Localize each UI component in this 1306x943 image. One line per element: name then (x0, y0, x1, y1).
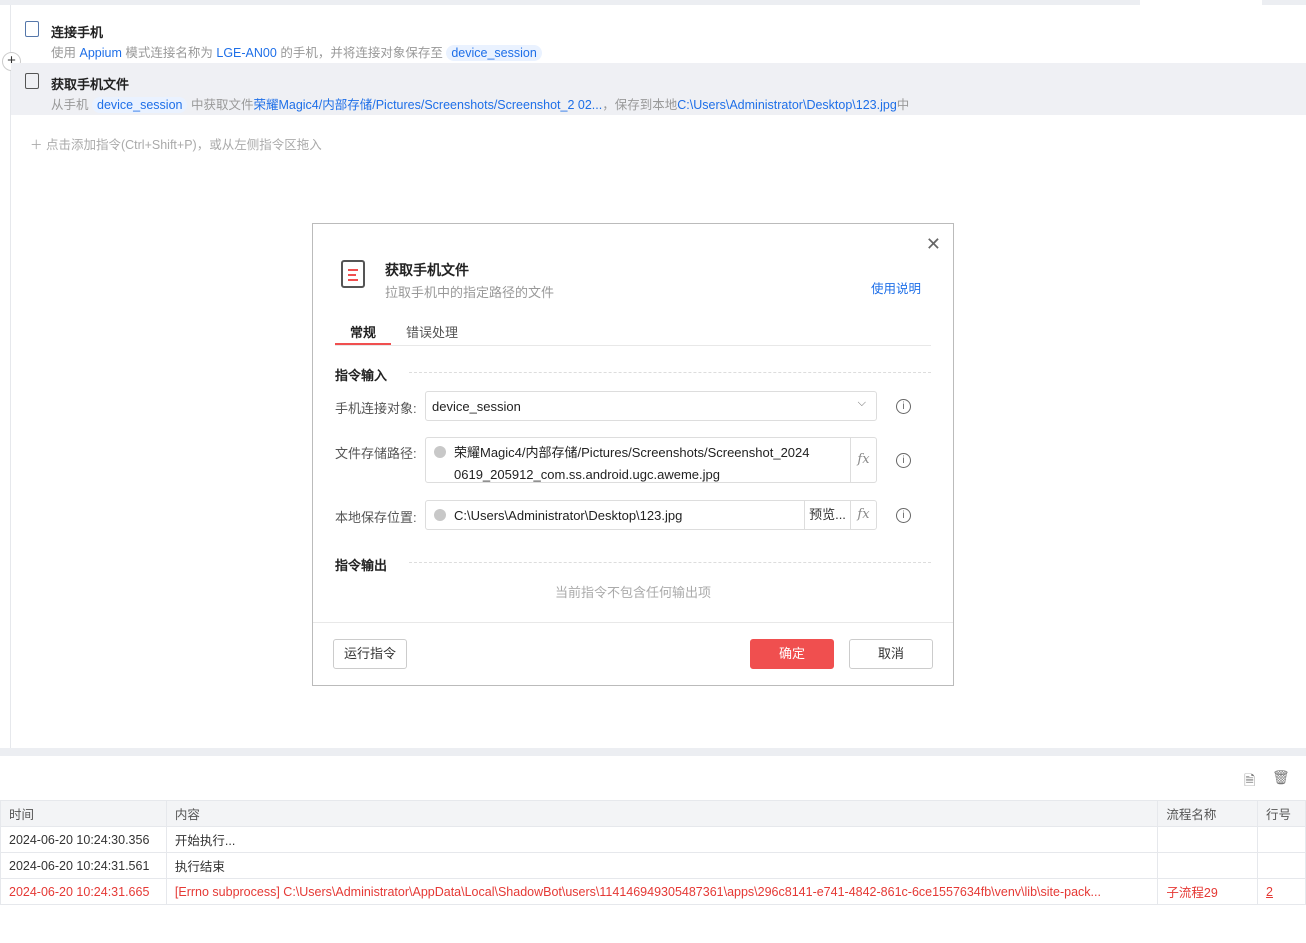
column-content: 内容 (165, 800, 1159, 827)
device-value: device_session (432, 399, 521, 414)
log-content: 开始执行... (165, 826, 1159, 853)
output-section-title: 指令输出 (335, 558, 388, 573)
log-line (1257, 852, 1306, 879)
trash-icon[interactable]: 🗑 (1272, 769, 1290, 786)
active-tab-indicator (335, 343, 391, 345)
fx-button[interactable]: fx (850, 501, 876, 529)
top-bar (0, 0, 1306, 5)
dialog-title: 获取手机文件 (385, 262, 469, 278)
column-line: 行号 (1257, 800, 1306, 827)
no-output-text: 当前指令不包含任何输出项 (554, 585, 711, 600)
log-line-link[interactable]: 2 (1257, 878, 1306, 905)
step-description: 使用 Appium 模式连接名称为 LGE-AN00 的手机，并将连接对象保存至… (51, 42, 542, 61)
log-time: 2024-06-20 10:24:31.561 (0, 852, 167, 879)
confirm-button[interactable]: 确定 (750, 639, 834, 669)
local-path-label: 本地保存位置: (335, 510, 417, 525)
info-icon[interactable]: i (896, 508, 911, 523)
log-table: 时间 内容 流程名称 行号 2024-06-20 10:24:30.356 开始… (0, 800, 1306, 905)
tab-general[interactable]: 常规 (350, 322, 376, 341)
table-row[interactable]: 2024-06-20 10:24:31.665 [Errno subproces… (0, 878, 1306, 905)
table-header: 时间 内容 流程名称 行号 (0, 800, 1306, 827)
python-icon (434, 446, 446, 458)
log-content: [Errno subprocess] C:\Users\Administrato… (165, 878, 1159, 905)
footer-divider (313, 622, 953, 623)
browse-button[interactable]: 预览... (804, 501, 850, 529)
path-value: 荣耀Magic4/内部存储/Pictures/Screenshots/Scree… (454, 445, 810, 482)
divider (10, 5, 11, 748)
panel-divider (0, 748, 1306, 756)
log-time: 2024-06-20 10:24:31.665 (0, 878, 167, 905)
step-get-phone-file[interactable]: 获取手机文件 从手机 device_session 中获取文件荣耀Magic4/… (11, 63, 1306, 115)
column-flow-name: 流程名称 (1157, 800, 1259, 827)
step-connect-phone[interactable]: 连接手机 使用 Appium 模式连接名称为 LGE-AN00 的手机，并将连接… (11, 11, 1306, 63)
path-input[interactable]: 荣耀Magic4/内部存储/Pictures/Screenshots/Scree… (425, 437, 877, 483)
python-icon (434, 509, 446, 521)
info-icon[interactable]: i (896, 453, 911, 468)
divider (409, 562, 931, 563)
dialog-subtitle: 拉取手机中的指定路径的文件 (385, 285, 555, 300)
log-flow (1157, 852, 1259, 879)
info-icon[interactable]: i (896, 399, 911, 414)
fx-button[interactable]: fx (850, 438, 876, 482)
command-dialog: ✕ 获取手机文件 拉取手机中的指定路径的文件 使用说明 常规 错误处理 指令输入… (312, 223, 954, 686)
export-log-icon[interactable]: 🗎 (1244, 770, 1255, 794)
chevron-down-icon: ⌵ (857, 397, 866, 409)
close-icon[interactable]: ✕ (926, 234, 941, 255)
clipboard-icon (25, 73, 39, 89)
local-path-input[interactable]: C:\Users\Administrator\Desktop\123.jpg 预… (425, 500, 877, 530)
table-row[interactable]: 2024-06-20 10:24:30.356 开始执行... (0, 826, 1306, 853)
help-link[interactable]: 使用说明 (871, 278, 921, 297)
log-flow: 子流程29 (1157, 878, 1259, 905)
table-row[interactable]: 2024-06-20 10:24:31.561 执行结束 (0, 852, 1306, 879)
clipboard-icon (341, 260, 365, 288)
edit-icon (25, 21, 39, 37)
tab-divider (335, 345, 931, 346)
column-time: 时间 (0, 800, 167, 827)
log-line (1257, 826, 1306, 853)
run-command-button[interactable]: 运行指令 (333, 639, 407, 669)
add-command-hint[interactable]: ＋ 点击添加指令(Ctrl+Shift+P)，或从左侧指令区拖入 (30, 134, 322, 153)
input-section-title: 指令输入 (335, 368, 388, 383)
device-select[interactable]: device_session ⌵ (425, 391, 877, 421)
local-path-value: C:\Users\Administrator\Desktop\123.jpg (454, 508, 683, 523)
log-content: 执行结束 (165, 852, 1159, 879)
plus-icon: ＋ (30, 138, 46, 152)
step-description: 从手机 device_session 中获取文件荣耀Magic4/内部存储/Pi… (51, 97, 910, 113)
cancel-button[interactable]: 取消 (849, 639, 933, 669)
log-time: 2024-06-20 10:24:30.356 (0, 826, 167, 853)
log-flow (1157, 826, 1259, 853)
tab-error-handling[interactable]: 错误处理 (406, 322, 458, 341)
path-label: 文件存储路径: (335, 446, 417, 461)
device-label: 手机连接对象: (335, 401, 417, 416)
divider (409, 372, 931, 373)
